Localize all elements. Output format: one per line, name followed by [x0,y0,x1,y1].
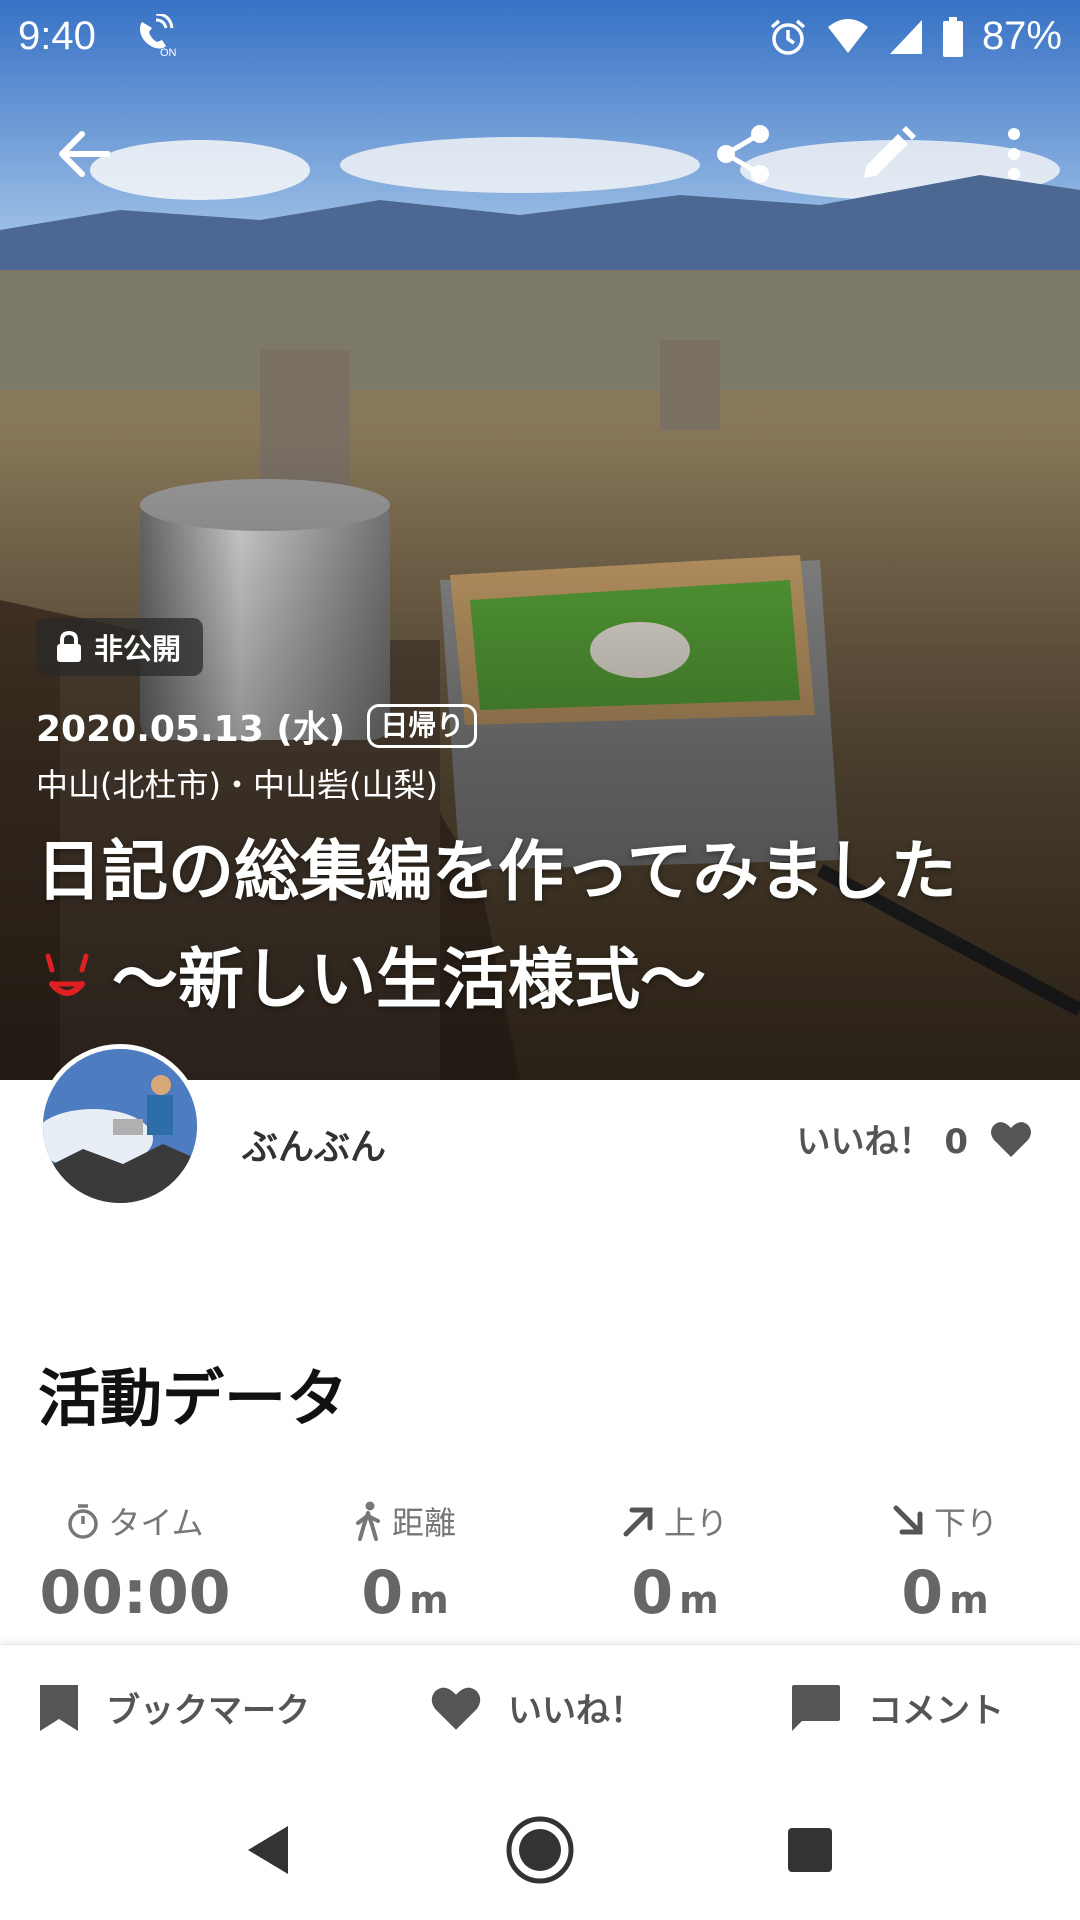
devil-face-emoji-icon [45,953,89,996]
stat-descent-label-row: 下り [892,1498,998,1544]
alarm-icon [770,19,806,55]
hero-photo[interactable]: 9:40 ON 87% 非公開 2020.05.13 (水) 日帰り 中山(北杜… [0,0,1080,1080]
stopwatch-icon [68,1504,99,1539]
stat-ascent: 上り 0 m [540,1498,810,1628]
avatar-image [43,1049,197,1203]
svg-text:ON: ON [160,47,177,58]
private-label: 非公開 [94,632,182,666]
stat-time-label: タイム [108,1504,204,1542]
more-vertical-icon [1008,128,1020,180]
activity-date: 2020.05.13 (水) [36,709,346,750]
arrow-up-right-icon [623,1507,653,1537]
bookmark-icon [40,1684,78,1731]
stat-descent-label: 下り [933,1504,998,1542]
stat-descent-value-row: 0 m [901,1558,988,1628]
bookmark-button[interactable]: ブックマーク [38,1683,310,1733]
heart-icon [991,1121,1031,1157]
edit-button[interactable] [852,118,924,190]
stat-descent-unit: m [949,1578,989,1622]
private-badge: 非公開 [36,618,204,676]
bookmark-label: ブックマーク [106,1691,310,1731]
stat-distance-label: 距離 [391,1504,456,1542]
arrow-back-icon [59,131,110,177]
hiker-icon [355,1501,380,1541]
comment-icon [792,1684,840,1731]
wifi-calling-icon: ON [140,14,177,58]
like-label: いいね！ [508,1691,644,1731]
battery-percent: 87% [981,14,1062,58]
stat-time: タイム 00:00 [0,1498,270,1628]
like-count-label: いいね！ [796,1122,933,1162]
nav-back-button[interactable] [228,1810,308,1890]
share-icon [717,125,769,183]
comment-label: コメント [868,1691,1004,1731]
bottom-action-bar: ブックマーク いいね！ コメント [0,1644,1080,1770]
like-count-text: いいね！ 0 [796,1114,968,1163]
title-line-2: 〜新しい生活様式〜 [112,941,706,1018]
system-navigation-bar [0,1770,1080,1920]
stat-time-value: 00:00 [39,1558,231,1628]
status-time: 9:40 [18,14,96,58]
more-options-button[interactable] [978,118,1050,190]
stat-descent: 下り 0 m [810,1498,1080,1628]
top-toolbar [0,118,1080,190]
stat-distance-value-row: 0 m [361,1558,448,1628]
stat-time-value-row: 00:00 [40,1558,231,1628]
user-name[interactable]: ぶんぶん [242,1118,386,1170]
stat-descent-value: 0 [901,1558,944,1628]
comment-button[interactable]: コメント [790,1683,1004,1733]
stat-distance-unit: m [409,1578,449,1622]
status-bar: 9:40 ON 87% [0,0,1080,76]
stat-distance-value: 0 [361,1558,404,1628]
like-count-value: 0 [944,1122,968,1162]
pencil-icon [864,126,916,178]
arrow-down-right-icon [893,1505,923,1535]
stat-ascent-label: 上り [663,1504,728,1542]
stat-time-label-row: タイム [66,1498,204,1544]
date-row: 2020.05.13 (水) 日帰り [36,700,478,752]
lock-icon [57,631,81,662]
back-button[interactable] [48,118,120,190]
stat-ascent-value: 0 [631,1558,674,1628]
like-button[interactable]: いいね！ [430,1683,644,1732]
circle-home-icon [506,1816,574,1884]
wifi-icon [827,18,868,53]
stat-ascent-label-row: 上り [622,1498,728,1544]
cellular-signal-icon [889,19,922,54]
title-line-2-wrap: 〜新しい生活様式〜 [36,926,1046,1034]
like-count-area[interactable]: いいね！ 0 [796,1114,1032,1163]
nav-home-button[interactable] [500,1810,580,1890]
stat-ascent-unit: m [679,1578,719,1622]
location-text[interactable]: 中山(北杜市)・中山砦(山梨) [36,760,438,806]
stat-distance: 距離 0 m [270,1498,540,1628]
diary-title: 日記の総集編を作ってみました 〜新しい生活様式〜 [36,818,1046,1034]
activity-data-heading: 活動データ [38,1362,349,1435]
square-recents-icon [788,1828,832,1872]
stat-ascent-value-row: 0 m [631,1558,718,1628]
trip-type-badge: 日帰り [367,704,478,748]
share-button[interactable] [708,118,780,190]
stat-distance-label-row: 距離 [354,1498,456,1544]
nav-recents-button[interactable] [770,1810,850,1890]
battery-icon [942,16,963,57]
title-line-1: 日記の総集編を作ってみました [36,833,957,910]
avatar[interactable] [38,1044,202,1208]
heart-icon [431,1687,481,1730]
activity-stats: タイム 00:00 距離 0 m 上り 0 m 下り 0 m [0,1498,1080,1628]
triangle-back-icon [248,1826,288,1874]
